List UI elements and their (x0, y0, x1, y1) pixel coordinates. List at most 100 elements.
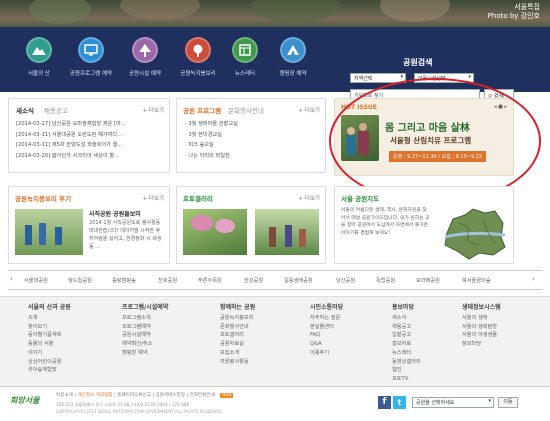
rss-badge[interactable]: RSS (220, 393, 234, 398)
footer-link[interactable]: 동아별기품계획 (28, 331, 71, 340)
nav-newsletter[interactable]: 뉴스레터 (222, 37, 268, 77)
top-banner: 서울특집 Photo by 강인호 (0, 0, 550, 27)
footer-link[interactable]: 입찰공고 (392, 331, 421, 340)
footer-link[interactable]: 문화행사안내 (220, 323, 255, 332)
tab-jobs[interactable]: 채용공고 (44, 107, 68, 115)
footer-column-title[interactable]: 생태정보시스템 (462, 302, 501, 311)
bottom-link[interactable]: 홈페이지오류신고 (117, 393, 151, 398)
volunteer-photo[interactable] (15, 209, 83, 255)
footer-link[interactable]: 이야기 (28, 349, 71, 358)
footer-link[interactable]: 프로그램소개 (122, 314, 168, 323)
list-item[interactable]: · 피크 숲교실 (185, 140, 315, 151)
volunteer-more-link[interactable]: + 더보기 (142, 194, 164, 202)
footer-link[interactable]: 프로그램예약 (122, 323, 168, 332)
list-item[interactable]: [2014-03-20] 봄이던가 시크리어 세상이 향... (16, 151, 166, 162)
park-link[interactable]: 한강공원 (244, 277, 263, 284)
park-link[interactable]: 천호공원 (158, 277, 177, 284)
footer-link[interactable]: 서울의 생태 (462, 314, 501, 323)
programs-more-link[interactable]: + 더보기 (298, 106, 320, 114)
footer-link[interactable]: Q&A (310, 340, 343, 349)
footer-link[interactable]: 공원자료실 (220, 340, 255, 349)
footer-column-title[interactable]: 함께하는 공원 (220, 302, 255, 311)
footer-link[interactable]: 홍보자료 (392, 340, 421, 349)
footer-link[interactable]: 공원녹지봉보리 (220, 314, 255, 323)
footer-link[interactable]: 유아숲체험장 (28, 366, 71, 375)
footer-link[interactable]: 소개 (28, 314, 71, 323)
nav-program-booking[interactable]: 공원프로그램 예약 (68, 37, 114, 77)
chevron-left-icon[interactable]: ‹ (10, 275, 13, 283)
footer-column-title[interactable]: 시민소통마당 (310, 302, 343, 311)
bottom-link[interactable]: 이용소개 (56, 393, 73, 398)
footer-link[interactable]: 동물의 서울 (28, 340, 71, 349)
volunteer-post-title[interactable]: 사직공원 공원돌보미 (89, 209, 141, 218)
footer-link[interactable]: 새소식 (392, 314, 421, 323)
seoul-map-icon[interactable] (439, 205, 509, 261)
park-link[interactable]: 남산공원 (336, 277, 355, 284)
footer-link[interactable]: 이용후기 (310, 349, 343, 358)
twitter-icon[interactable]: t (393, 396, 406, 409)
volunteer-post-text: 2014 1월 사직공원도로 봉사활동 대내한습니다! 데이커셀 시작한 후 히… (89, 220, 162, 250)
footer-link[interactable]: 웹진 (392, 366, 421, 375)
footer-link[interactable]: 공원시설예약 (122, 331, 168, 340)
bottom-link[interactable]: 공원서비스헌장 (155, 393, 185, 398)
gallery-photo[interactable] (183, 209, 247, 255)
footer-link[interactable]: FAQ (310, 331, 343, 340)
footer-link[interactable]: 동영상갤러리 (392, 358, 421, 367)
footer-link[interactable]: 채용공고 (392, 323, 421, 332)
footer-column-title[interactable]: 프로그램/시설예약 (122, 302, 168, 311)
park-link[interactable]: 중랑캠핑숲 (112, 277, 136, 284)
footer-column: 홍보마당 새소식 채용공고 입찰공고 홍보자료 뉴스레터 동영상갤러리 웹진 포… (392, 302, 421, 384)
park-link[interactable]: 보라매공원 (416, 277, 440, 284)
news-list: [2014-03-17] 남산공원 요마솔체험장 재운 [마... [2014-… (16, 119, 166, 161)
park-link[interactable]: 서울대공원 (24, 277, 48, 284)
footer-link[interactable]: 정보마당 (462, 340, 501, 349)
footer-link[interactable]: 포토TV (392, 375, 421, 384)
footer-link[interactable]: 자주하는 질문 (310, 314, 343, 323)
chevron-right-icon[interactable]: › (532, 275, 535, 283)
news-more-link[interactable]: + 더보기 (142, 106, 164, 114)
list-item[interactable]: · 나는 이리의 파일찬 (185, 151, 315, 162)
park-select[interactable]: 공원을 선택하세요 (412, 397, 494, 408)
gallery-title: 포토갤러리 (183, 195, 213, 203)
park-link[interactable]: 월드컵공원 (68, 277, 92, 284)
footer-link[interactable]: 자원봉사활동 (220, 358, 255, 367)
park-link[interactable]: 독립공원 (376, 277, 395, 284)
map-box: 서울 공원지도 서울의 아름다운 생태, 역사, 문화자원을 찾아서 떠날 공원… (334, 186, 514, 264)
footer-link[interactable]: 상상어린이공원 (28, 358, 71, 367)
footer-link[interactable]: 예약확인/취소 (122, 340, 168, 349)
nav-volunteer[interactable]: 공원녹지봉보리 (175, 37, 221, 77)
park-link[interactable]: 길동생태공원 (284, 277, 313, 284)
facebook-icon[interactable]: f (378, 396, 391, 409)
news-box: 새소식 채용공고 + 더보기 [2014-03-17] 남산공원 요마솔체험장 … (8, 98, 170, 173)
list-item[interactable]: · 3월 현미경교실 (185, 130, 315, 141)
seoul-logo[interactable]: 희망서울 (10, 395, 39, 406)
footer-column-title[interactable]: 서울의 산과 공원 (28, 302, 71, 311)
footer-link[interactable]: 서울의 생태탐방 (462, 323, 501, 332)
gallery-more-link[interactable]: + 더보기 (298, 194, 320, 202)
footer-column-title[interactable]: 홍보마당 (392, 302, 421, 311)
list-item[interactable]: [2014-03-11] 제5차 한양도성 학술회의가 열... (16, 140, 166, 151)
footer-link[interactable]: 분실물센터 (310, 323, 343, 332)
park-link[interactable]: 푸른수목원 (198, 277, 222, 284)
tab-programs[interactable]: 공원 프로그램 (183, 107, 221, 115)
footer-link[interactable]: 뉴스레터 (392, 349, 421, 358)
tab-news[interactable]: 새소식 (16, 107, 34, 115)
nav-mountains[interactable]: 서울의 산 (16, 37, 62, 77)
nav-camping[interactable]: 캠핑장 예약 (270, 37, 316, 77)
footer-link[interactable]: 캠핑장 예약 (122, 349, 168, 358)
park-link[interactable]: 북서울꿈의숲 (462, 277, 491, 284)
tab-events[interactable]: 문화행사안내 (228, 107, 264, 115)
nav-label: 뉴스레터 (234, 71, 256, 77)
list-item[interactable]: [2014-03-17] 남산공원 요마솔체험장 재운 [마... (16, 119, 166, 130)
footer-link[interactable]: 모집소개 (220, 349, 255, 358)
gallery-photo[interactable] (255, 209, 319, 255)
footer-link[interactable]: 서울의 야생생물 (462, 331, 501, 340)
bottom-link[interactable]: 전자민원안내 (189, 393, 214, 398)
footer-link[interactable]: 포토갤러리 (220, 331, 255, 340)
footer-link[interactable]: 찾아보기 (28, 323, 71, 332)
list-item[interactable]: [2014-03-11] 서울대공원 도란도란 해가여다... (16, 130, 166, 141)
list-item[interactable]: · 3월 생태마을 관찰교실 (185, 119, 315, 130)
go-button[interactable]: 이동 (498, 397, 518, 408)
privacy-link[interactable]: 개인정보 처리방침 (77, 393, 112, 398)
nav-facility-booking[interactable]: 공원시설 예약 (122, 37, 168, 77)
